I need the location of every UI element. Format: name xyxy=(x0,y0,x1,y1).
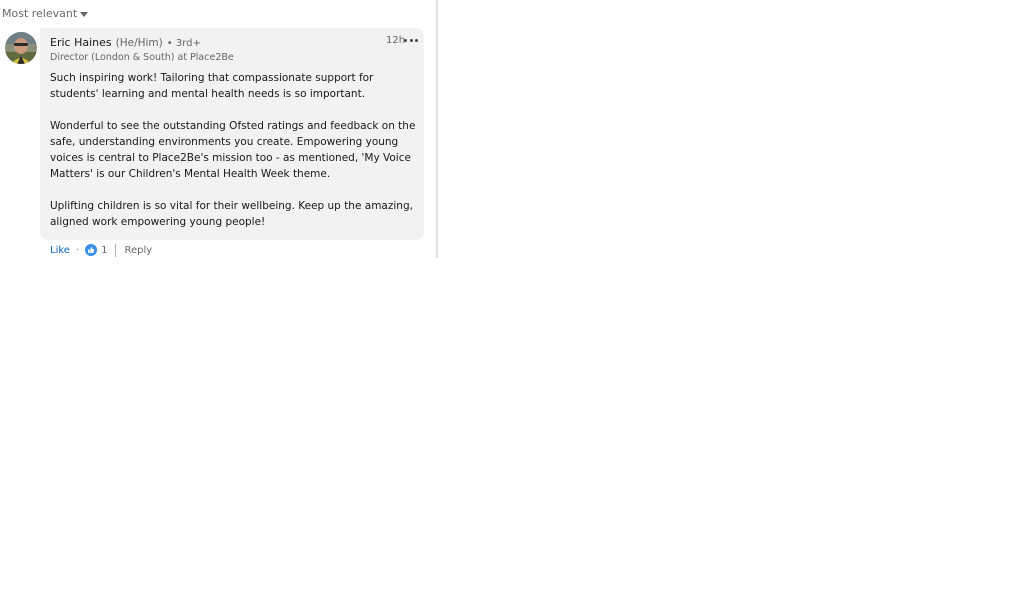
author-name[interactable]: Eric Haines xyxy=(50,36,112,49)
connection-degree: • 3rd+ xyxy=(166,38,201,49)
author-headline: Director (London & South) at Place2Be xyxy=(50,52,234,63)
avatar[interactable] xyxy=(5,32,37,64)
ellipsis-dot xyxy=(404,38,407,42)
comment-paragraph: Uplifting children is so vital for their… xyxy=(50,200,413,228)
sort-label: Most relevant xyxy=(2,7,78,20)
separator-dot: · xyxy=(75,244,80,256)
comments-panel: Most relevant Eric Haines (He/Him) • 3rd… xyxy=(0,0,438,258)
reaction-count[interactable]: 1 xyxy=(101,245,107,256)
author-line: Eric Haines (He/Him) • 3rd+ xyxy=(50,36,201,49)
reply-button[interactable]: Reply xyxy=(125,245,153,256)
ellipsis-icon[interactable] xyxy=(404,33,418,47)
ellipsis-dot xyxy=(415,38,418,42)
caret-down-icon xyxy=(80,12,89,17)
comment-paragraph: Such inspiring work! Tailoring that comp… xyxy=(50,72,374,100)
like-button[interactable]: Like xyxy=(50,245,70,256)
ellipsis-dot xyxy=(409,38,413,42)
comment-timestamp: 12h xyxy=(386,35,406,46)
comment-text: Such inspiring work! Tailoring that comp… xyxy=(50,70,416,230)
sort-dropdown[interactable]: Most relevant xyxy=(2,6,89,22)
profile-photo-icon xyxy=(5,32,37,64)
author-pronouns: (He/Him) xyxy=(115,37,163,49)
comment-actions: Like · 1 Reply xyxy=(50,242,152,258)
comment-paragraph: Wonderful to see the outstanding Ofsted … xyxy=(50,120,416,180)
thumbs-up-icon[interactable] xyxy=(85,244,98,256)
action-divider xyxy=(114,243,116,257)
comment-bubble: Eric Haines (He/Him) • 3rd+ Director (Lo… xyxy=(40,28,424,240)
